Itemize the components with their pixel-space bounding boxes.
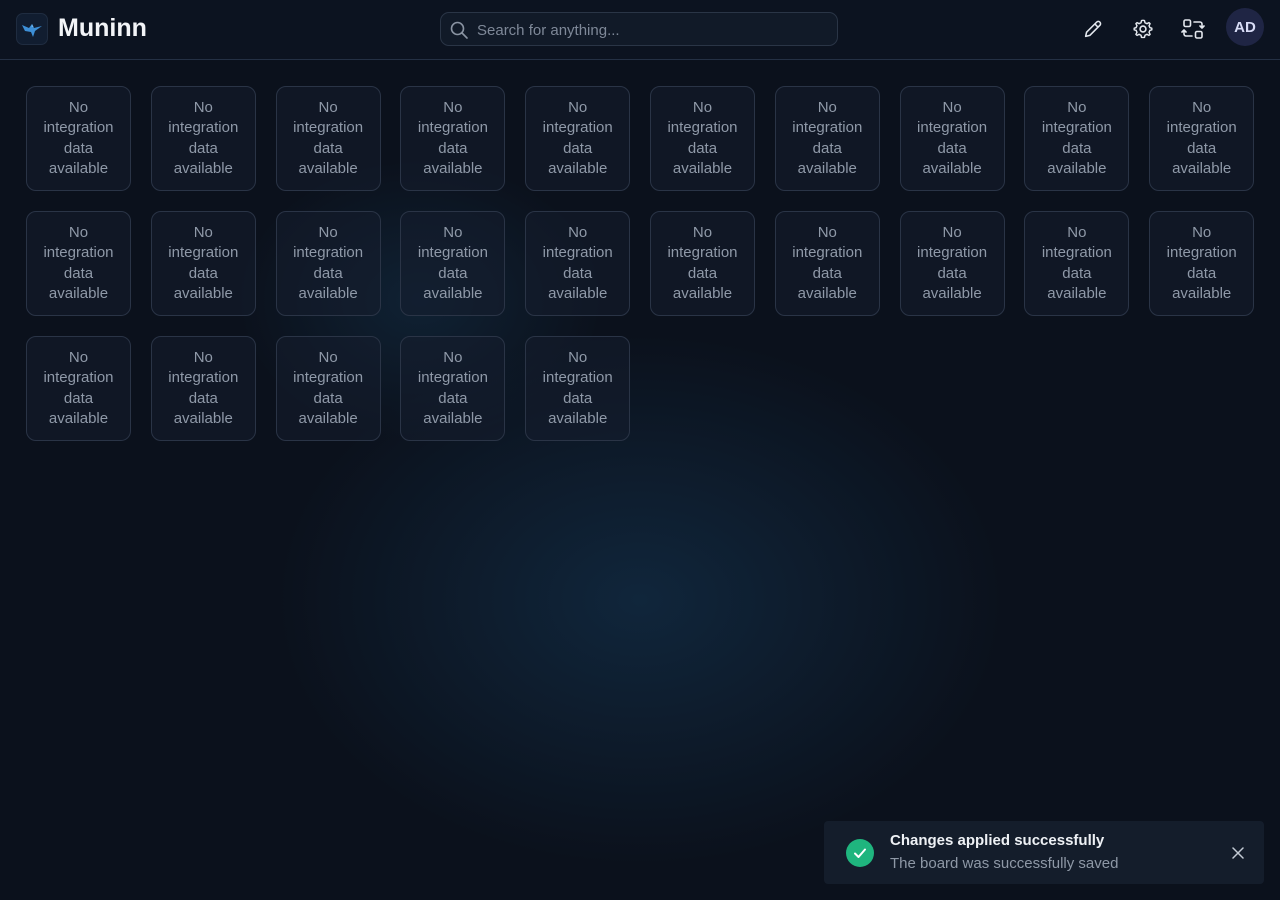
widget-card[interactable]: No integration data available: [26, 86, 131, 191]
widget-empty-message: No integration data available: [293, 223, 364, 302]
widget-empty-message: No integration data available: [168, 348, 239, 427]
widget-card[interactable]: No integration data available: [275, 86, 381, 191]
pencil-icon: [1084, 20, 1102, 38]
widget-card[interactable]: No integration data available: [525, 211, 631, 316]
widget-card[interactable]: No integration data available: [400, 211, 506, 316]
widget-empty-message: No integration data available: [168, 223, 239, 302]
widget-card[interactable]: No integration data available: [275, 211, 381, 316]
widget-card[interactable]: No integration data available: [525, 86, 631, 191]
widget-empty-message: No integration data available: [667, 98, 738, 177]
raven-logo-icon[interactable]: [16, 13, 48, 45]
swap-layout-icon: [1181, 19, 1205, 39]
settings-button[interactable]: [1130, 16, 1156, 42]
check-icon: [846, 839, 874, 867]
widget-card[interactable]: No integration data available: [26, 336, 131, 441]
widget-empty-message: No integration data available: [417, 348, 488, 427]
widget-card[interactable]: No integration data available: [1149, 86, 1255, 191]
search-box[interactable]: [440, 12, 838, 47]
widget-card[interactable]: No integration data available: [1149, 211, 1255, 316]
widget-card[interactable]: No integration data available: [649, 86, 755, 191]
widget-empty-message: No integration data available: [1041, 223, 1112, 302]
widget-card[interactable]: No integration data available: [26, 211, 131, 316]
widget-card[interactable]: No integration data available: [150, 86, 256, 191]
widget-card[interactable]: No integration data available: [649, 211, 755, 316]
widget-empty-message: No integration data available: [542, 348, 613, 427]
top-bar: Muninn AD: [0, 0, 1280, 60]
widget-empty-message: No integration data available: [43, 348, 114, 427]
toast-title: Changes applied successfully: [890, 832, 1105, 849]
widget-card[interactable]: No integration data available: [400, 336, 506, 441]
widget-empty-message: No integration data available: [1166, 98, 1237, 177]
widget-card[interactable]: No integration data available: [1024, 86, 1130, 191]
success-toast: Changes applied successfully The board w…: [824, 821, 1264, 884]
gear-icon: [1133, 19, 1153, 39]
widget-empty-message: No integration data available: [542, 98, 613, 177]
widget-empty-message: No integration data available: [417, 98, 488, 177]
avatar[interactable]: AD: [1226, 8, 1264, 46]
widget-card[interactable]: No integration data available: [1024, 211, 1130, 316]
toast-message: The board was successfully saved: [890, 855, 1119, 872]
widget-empty-message: No integration data available: [1041, 98, 1112, 177]
widget-card[interactable]: No integration data available: [774, 86, 880, 191]
widget-card[interactable]: No integration data available: [899, 86, 1005, 191]
search-icon: [449, 20, 469, 45]
widget-empty-message: No integration data available: [792, 98, 863, 177]
widget-empty-message: No integration data available: [43, 223, 114, 302]
search-input[interactable]: [475, 13, 829, 47]
widget-empty-message: No integration data available: [917, 98, 988, 177]
widget-empty-message: No integration data available: [792, 223, 863, 302]
switch-board-button[interactable]: [1180, 16, 1206, 42]
widget-empty-message: No integration data available: [1166, 223, 1237, 302]
app-title: Muninn: [58, 14, 147, 42]
widget-card[interactable]: No integration data available: [150, 336, 256, 441]
widget-empty-message: No integration data available: [43, 98, 114, 177]
widget-empty-message: No integration data available: [417, 223, 488, 302]
close-icon[interactable]: [1230, 845, 1246, 861]
board-grid: No integration data available No integrat…: [26, 86, 1255, 441]
widget-card[interactable]: No integration data available: [400, 86, 506, 191]
widget-empty-message: No integration data available: [168, 98, 239, 177]
widget-empty-message: No integration data available: [917, 223, 988, 302]
widget-card[interactable]: No integration data available: [774, 211, 880, 316]
widget-empty-message: No integration data available: [542, 223, 613, 302]
widget-card[interactable]: No integration data available: [899, 211, 1005, 316]
widget-empty-message: No integration data available: [293, 348, 364, 427]
widget-card[interactable]: No integration data available: [150, 211, 256, 316]
edit-button[interactable]: [1080, 16, 1106, 42]
widget-empty-message: No integration data available: [293, 98, 364, 177]
widget-card[interactable]: No integration data available: [275, 336, 381, 441]
widget-card[interactable]: No integration data available: [525, 336, 631, 441]
widget-empty-message: No integration data available: [667, 223, 738, 302]
